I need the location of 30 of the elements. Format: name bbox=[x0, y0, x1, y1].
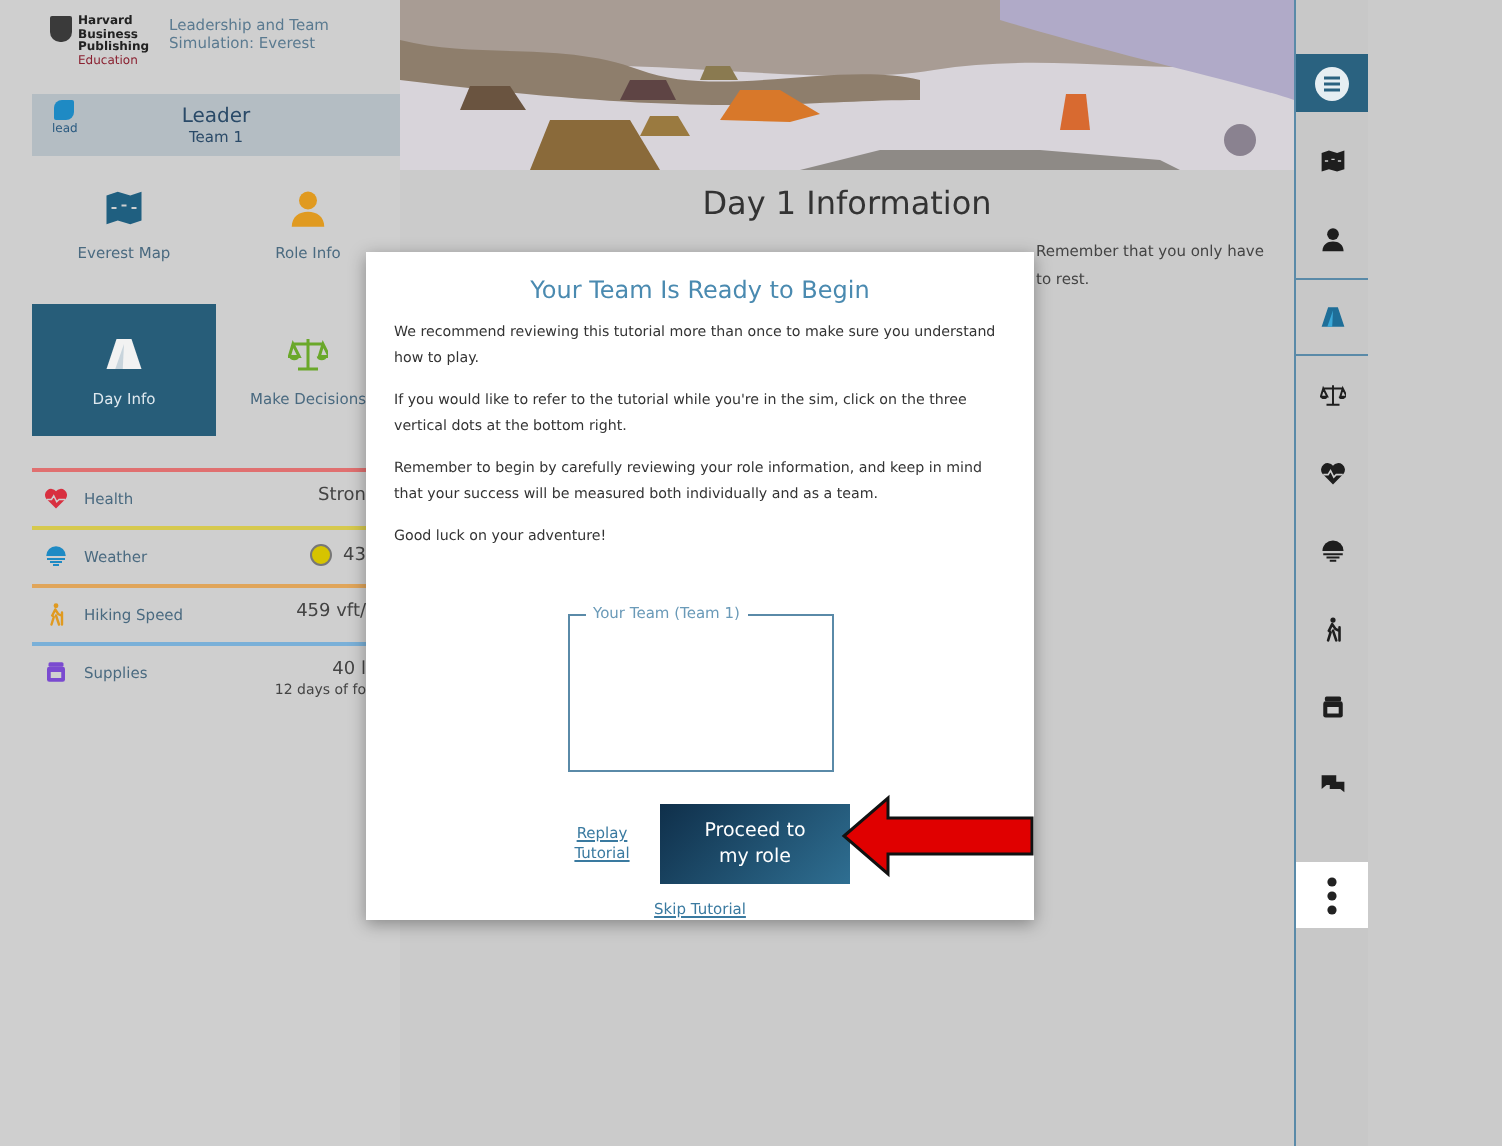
tent-icon bbox=[104, 333, 144, 373]
map-icon bbox=[1319, 148, 1345, 174]
stat-value: Stron bbox=[318, 486, 366, 506]
box-icon bbox=[1319, 694, 1345, 720]
role-icon bbox=[54, 100, 75, 120]
weather-icon bbox=[44, 544, 68, 568]
chat-icon bbox=[1319, 772, 1345, 798]
stat-value: 459 vft/ bbox=[296, 602, 366, 622]
more-button[interactable] bbox=[1296, 862, 1368, 928]
person-icon bbox=[1319, 226, 1345, 252]
map-icon bbox=[104, 187, 144, 227]
menu-button[interactable] bbox=[1296, 54, 1368, 112]
page-title: Day 1 Information bbox=[700, 184, 994, 222]
role-name: Leader bbox=[181, 105, 251, 127]
hiker-icon bbox=[44, 602, 68, 626]
heart-icon bbox=[1319, 460, 1345, 486]
more-icon bbox=[1326, 875, 1338, 915]
scales-icon bbox=[1319, 382, 1345, 408]
box-icon bbox=[44, 660, 68, 684]
person-icon bbox=[288, 187, 328, 227]
stat-value: 43 bbox=[343, 545, 366, 565]
dialog-title: Your Team Is Ready to Begin bbox=[528, 276, 872, 304]
tent-icon bbox=[1319, 304, 1345, 330]
proceed-button[interactable]: Proceed to my role bbox=[660, 804, 850, 884]
scales-icon bbox=[288, 333, 328, 373]
shield-icon bbox=[50, 16, 72, 42]
weather-icon bbox=[1319, 538, 1345, 564]
heart-icon bbox=[44, 486, 68, 510]
menu-icon bbox=[1314, 65, 1350, 101]
stat-value: 40 l bbox=[332, 660, 366, 680]
